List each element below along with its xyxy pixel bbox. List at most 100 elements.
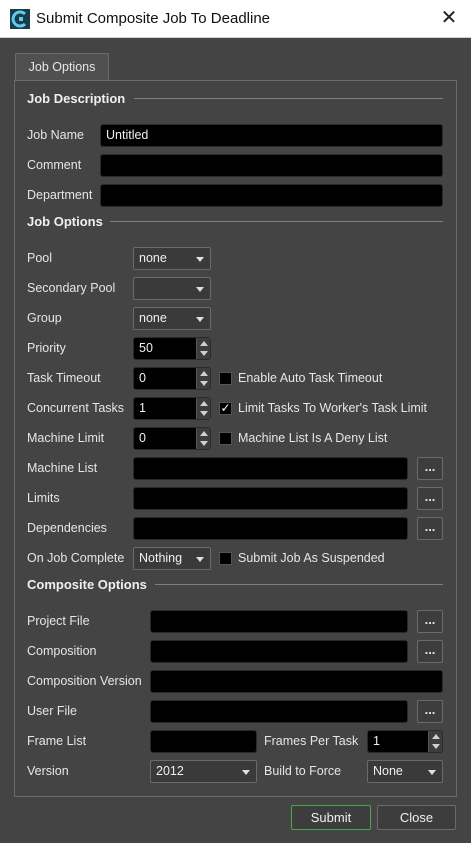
machine-limit-label: Machine Limit bbox=[27, 431, 105, 445]
spin-buttons[interactable] bbox=[196, 398, 210, 419]
composition-label: Composition bbox=[27, 644, 97, 658]
spin-down-icon[interactable] bbox=[200, 351, 208, 356]
machine-list-browse-button[interactable]: ... bbox=[417, 457, 443, 480]
spin-buttons[interactable] bbox=[196, 368, 210, 389]
composition-field[interactable] bbox=[150, 640, 408, 663]
limits-label: Limits bbox=[27, 491, 60, 505]
section-job-options: Job Options bbox=[27, 214, 103, 229]
task-timeout-label: Task Timeout bbox=[27, 371, 101, 385]
dependencies-label: Dependencies bbox=[27, 521, 107, 535]
divider bbox=[134, 98, 443, 99]
frames-per-task-value: 1 bbox=[373, 734, 380, 748]
spin-down-icon[interactable] bbox=[200, 441, 208, 446]
chevron-down-icon bbox=[428, 770, 436, 775]
machine-limit-spinbox[interactable]: 0 bbox=[133, 427, 211, 450]
composite-app-icon bbox=[10, 9, 30, 29]
pool-label: Pool bbox=[27, 251, 53, 265]
machine-limit-value: 0 bbox=[139, 431, 146, 445]
section-job-description: Job Description bbox=[27, 91, 126, 106]
spin-up-icon[interactable] bbox=[200, 371, 208, 376]
section-composite-options: Composite Options bbox=[27, 577, 147, 592]
close-icon[interactable]: ✕ bbox=[437, 6, 461, 30]
spin-buttons[interactable] bbox=[196, 428, 210, 449]
chevron-down-icon bbox=[196, 287, 204, 292]
limit-tasks-checkbox[interactable]: ✓ bbox=[219, 402, 232, 415]
checkmark-icon: ✓ bbox=[220, 401, 231, 415]
spin-buttons[interactable] bbox=[428, 731, 442, 752]
version-label: Version bbox=[27, 764, 69, 778]
on-job-complete-label: On Job Complete bbox=[27, 551, 125, 565]
version-value: 2012 bbox=[156, 764, 184, 778]
spin-up-icon[interactable] bbox=[432, 734, 440, 739]
pool-value: none bbox=[139, 251, 167, 265]
project-file-browse-button[interactable]: ... bbox=[417, 610, 443, 633]
secondary-pool-label: Secondary Pool bbox=[27, 281, 116, 295]
chevron-down-icon bbox=[196, 317, 204, 322]
job-name-label: Job Name bbox=[27, 128, 84, 142]
task-timeout-value: 0 bbox=[139, 371, 146, 385]
limits-field[interactable] bbox=[133, 487, 408, 510]
auto-timeout-checkbox[interactable] bbox=[219, 372, 232, 385]
user-file-label: User File bbox=[27, 704, 78, 718]
group-label: Group bbox=[27, 311, 62, 325]
frames-per-task-spinbox[interactable]: 1 bbox=[367, 730, 443, 753]
task-timeout-spinbox[interactable]: 0 bbox=[133, 367, 211, 390]
project-file-label: Project File bbox=[27, 614, 90, 628]
composition-version-label: Composition Version bbox=[27, 674, 142, 688]
chevron-down-icon bbox=[196, 557, 204, 562]
chevron-down-icon bbox=[196, 257, 204, 262]
version-dropdown[interactable]: 2012 bbox=[150, 760, 257, 783]
spin-buttons[interactable] bbox=[196, 338, 210, 359]
comment-field[interactable] bbox=[100, 154, 443, 177]
pool-dropdown[interactable]: none bbox=[133, 247, 211, 270]
title-bar: Submit Composite Job To Deadline ✕ bbox=[0, 0, 471, 38]
deny-list-label[interactable]: Machine List Is A Deny List bbox=[238, 431, 387, 445]
build-to-force-label: Build to Force bbox=[264, 764, 342, 778]
frame-list-label: Frame List bbox=[27, 734, 87, 748]
concurrent-tasks-spinbox[interactable]: 1 bbox=[133, 397, 211, 420]
user-file-browse-button[interactable]: ... bbox=[417, 700, 443, 723]
close-button[interactable]: Close bbox=[377, 805, 456, 830]
build-to-force-value: None bbox=[373, 764, 403, 778]
comment-label: Comment bbox=[27, 158, 82, 172]
composition-version-field[interactable] bbox=[150, 670, 443, 693]
frames-per-task-label: Frames Per Task bbox=[264, 734, 359, 748]
dependencies-field[interactable] bbox=[133, 517, 408, 540]
limits-browse-button[interactable]: ... bbox=[417, 487, 443, 510]
composition-browse-button[interactable]: ... bbox=[417, 640, 443, 663]
frame-list-field[interactable] bbox=[150, 730, 257, 753]
divider bbox=[155, 584, 443, 585]
submit-button[interactable]: Submit bbox=[291, 805, 371, 830]
window-title: Submit Composite Job To Deadline bbox=[36, 10, 271, 27]
spin-down-icon[interactable] bbox=[432, 744, 440, 749]
department-field[interactable] bbox=[100, 184, 443, 207]
tab-job-options[interactable]: Job Options bbox=[15, 53, 109, 81]
deny-list-checkbox[interactable] bbox=[219, 432, 232, 445]
department-label: Department bbox=[27, 188, 93, 202]
limit-tasks-label[interactable]: Limit Tasks To Worker's Task Limit bbox=[238, 401, 427, 415]
machine-list-field[interactable] bbox=[133, 457, 408, 480]
auto-timeout-label[interactable]: Enable Auto Task Timeout bbox=[238, 371, 382, 385]
spin-up-icon[interactable] bbox=[200, 401, 208, 406]
suspended-label[interactable]: Submit Job As Suspended bbox=[238, 551, 385, 565]
user-file-field[interactable] bbox=[150, 700, 408, 723]
spin-up-icon[interactable] bbox=[200, 431, 208, 436]
suspended-checkbox[interactable] bbox=[219, 552, 232, 565]
spin-up-icon[interactable] bbox=[200, 341, 208, 346]
build-to-force-dropdown[interactable]: None bbox=[367, 760, 443, 783]
priority-label: Priority bbox=[27, 341, 66, 355]
concurrent-tasks-label: Concurrent Tasks bbox=[27, 401, 125, 415]
priority-value: 50 bbox=[139, 341, 153, 355]
project-file-field[interactable] bbox=[150, 610, 408, 633]
dependencies-browse-button[interactable]: ... bbox=[417, 517, 443, 540]
spin-down-icon[interactable] bbox=[200, 381, 208, 386]
chevron-down-icon bbox=[242, 770, 250, 775]
on-job-complete-dropdown[interactable]: Nothing bbox=[133, 547, 211, 570]
group-dropdown[interactable]: none bbox=[133, 307, 211, 330]
job-name-field[interactable]: Untitled bbox=[100, 124, 443, 147]
secondary-pool-dropdown[interactable] bbox=[133, 277, 211, 300]
machine-list-label: Machine List bbox=[27, 461, 98, 475]
priority-spinbox[interactable]: 50 bbox=[133, 337, 211, 360]
on-job-complete-value: Nothing bbox=[139, 551, 183, 565]
spin-down-icon[interactable] bbox=[200, 411, 208, 416]
